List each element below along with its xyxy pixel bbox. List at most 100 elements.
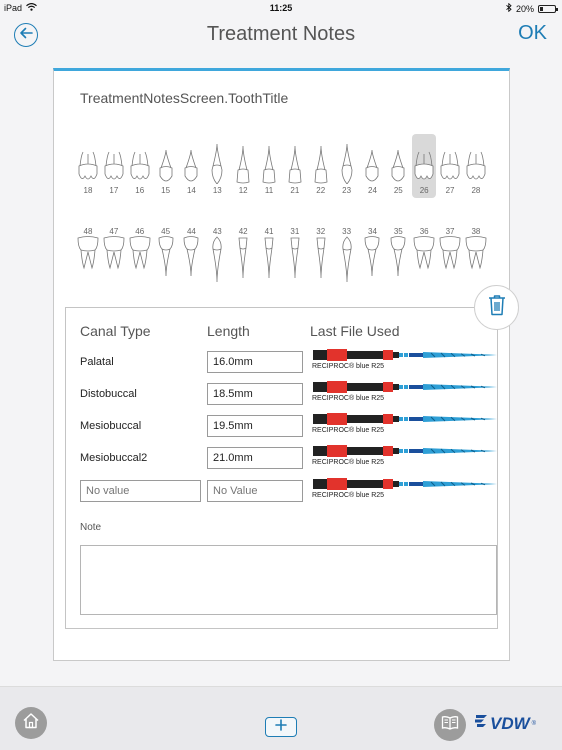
bluetooth-icon	[506, 2, 512, 14]
tooth-48[interactable]: 48	[76, 221, 100, 291]
length-field[interactable]	[207, 351, 303, 373]
tooth-icon	[257, 140, 281, 184]
upper-teeth-row: 18 17 16 15 14 13 12 11 21 22 23 24 25 26 27 28	[76, 134, 488, 198]
length-field[interactable]	[207, 383, 303, 405]
tooth-12[interactable]: 12	[231, 134, 255, 198]
tooth-35[interactable]: 35	[386, 221, 410, 291]
tooth-38[interactable]: 38	[464, 221, 488, 291]
tooth-25[interactable]: 25	[386, 134, 410, 198]
tooth-icon	[231, 236, 255, 284]
tooth-icon	[309, 236, 333, 284]
tooth-16[interactable]: 16	[128, 134, 152, 198]
tooth-number: 26	[419, 186, 429, 195]
tooth-icon	[205, 236, 229, 284]
file-selector[interactable]: RECIPROC® blue R25	[311, 476, 497, 504]
tooth-31[interactable]: 31	[283, 221, 307, 291]
tooth-icon	[283, 236, 307, 284]
tooth-number: 24	[368, 186, 377, 195]
tooth-47[interactable]: 47	[102, 221, 126, 291]
tooth-14[interactable]: 14	[179, 134, 203, 198]
file-selector[interactable]: RECIPROC® blue R25	[311, 347, 497, 375]
tooth-46[interactable]: 46	[128, 221, 152, 291]
tooth-11[interactable]: 11	[257, 134, 281, 198]
battery-icon	[538, 4, 558, 13]
tooth-number: 43	[212, 227, 222, 236]
tooth-number: 48	[83, 227, 93, 236]
book-button[interactable]	[434, 709, 466, 741]
tooth-15[interactable]: 15	[154, 134, 178, 198]
tooth-24[interactable]: 24	[360, 134, 384, 198]
file-selector[interactable]: RECIPROC® blue R25	[311, 411, 497, 439]
tooth-icon	[76, 140, 100, 184]
trash-icon	[488, 294, 506, 321]
tooth-13[interactable]: 13	[205, 134, 229, 198]
tooth-18[interactable]: 18	[76, 134, 100, 198]
tooth-icon	[438, 140, 462, 184]
tooth-26[interactable]: 26	[412, 134, 437, 198]
tooth-43[interactable]: 43	[205, 221, 229, 291]
tooth-icon	[335, 140, 359, 184]
tooth-icon	[128, 236, 152, 284]
page-title: Treatment Notes	[206, 23, 356, 45]
tooth-number: 13	[212, 186, 222, 195]
tooth-32[interactable]: 32	[309, 221, 333, 291]
tooth-37[interactable]: 37	[438, 221, 462, 291]
tooth-number: 17	[109, 186, 119, 195]
tooth-number: 45	[161, 227, 171, 236]
tooth-33[interactable]: 33	[335, 221, 359, 291]
canal-row: Palatal RECIPROC® blue R25	[66, 349, 497, 375]
new-canal-row: RECIPROC® blue R25	[66, 478, 497, 504]
tooth-number: 41	[264, 227, 274, 236]
treatment-card: TreatmentNotesScreen.ToothTitle 18 17 16 15…	[53, 68, 510, 661]
tooth-21[interactable]: 21	[283, 134, 307, 198]
book-icon	[441, 715, 459, 735]
tooth-number: 14	[186, 186, 196, 195]
tooth-45[interactable]: 45	[154, 221, 178, 291]
tooth-icon	[360, 236, 384, 284]
ok-button[interactable]: OK	[518, 22, 547, 45]
note-textarea[interactable]	[80, 545, 497, 615]
tooth-28[interactable]: 28	[464, 134, 488, 198]
canal-row: Mesiobuccal2 RECIPROC® blue R25	[66, 445, 497, 471]
tooth-icon	[386, 236, 410, 284]
tooth-number: 36	[419, 227, 429, 236]
file-name: RECIPROC® blue R25	[312, 459, 385, 466]
tooth-icon	[464, 236, 488, 284]
tooth-icon	[386, 140, 410, 184]
tooth-number: 33	[342, 227, 352, 236]
tooth-36[interactable]: 36	[412, 221, 436, 291]
tooth-icon	[102, 140, 126, 184]
tooth-number: 44	[186, 227, 196, 236]
add-button[interactable]	[265, 717, 297, 737]
length-field[interactable]	[207, 415, 303, 437]
delete-button[interactable]	[474, 285, 519, 330]
canal-type-input[interactable]	[80, 480, 201, 502]
navigation-bar: Treatment Notes OK	[0, 16, 562, 56]
lower-teeth-row: 48 47 46 45 44 43 42 41 31 32 33 34 35 36 37 38	[76, 221, 488, 291]
tooth-22[interactable]: 22	[309, 134, 333, 198]
tooth-17[interactable]: 17	[102, 134, 126, 198]
tooth-27[interactable]: 27	[438, 134, 462, 198]
tooth-42[interactable]: 42	[231, 221, 255, 291]
length-input[interactable]	[207, 480, 303, 502]
status-bar: iPad 11:25 20%	[0, 0, 562, 16]
tooth-number: 31	[290, 227, 300, 236]
tooth-icon	[76, 236, 100, 284]
canal-name: Mesiobuccal2	[80, 452, 148, 464]
tooth-41[interactable]: 41	[257, 221, 281, 291]
canal-type-header: Canal Type	[80, 323, 151, 339]
length-field[interactable]	[207, 447, 303, 469]
file-selector[interactable]: RECIPROC® blue R25	[311, 443, 497, 471]
tooth-number: 37	[445, 227, 455, 236]
tooth-23[interactable]: 23	[335, 134, 359, 198]
tooth-number: 35	[393, 227, 403, 236]
tooth-34[interactable]: 34	[360, 221, 384, 291]
home-button[interactable]	[15, 707, 47, 739]
file-selector[interactable]: RECIPROC® blue R25	[311, 379, 497, 407]
battery-level	[540, 6, 543, 11]
tooth-number: 15	[161, 186, 171, 195]
bottom-toolbar: VDW ®	[0, 686, 562, 750]
tooth-icon	[438, 236, 462, 284]
tooth-icon	[154, 236, 178, 284]
tooth-44[interactable]: 44	[179, 221, 203, 291]
